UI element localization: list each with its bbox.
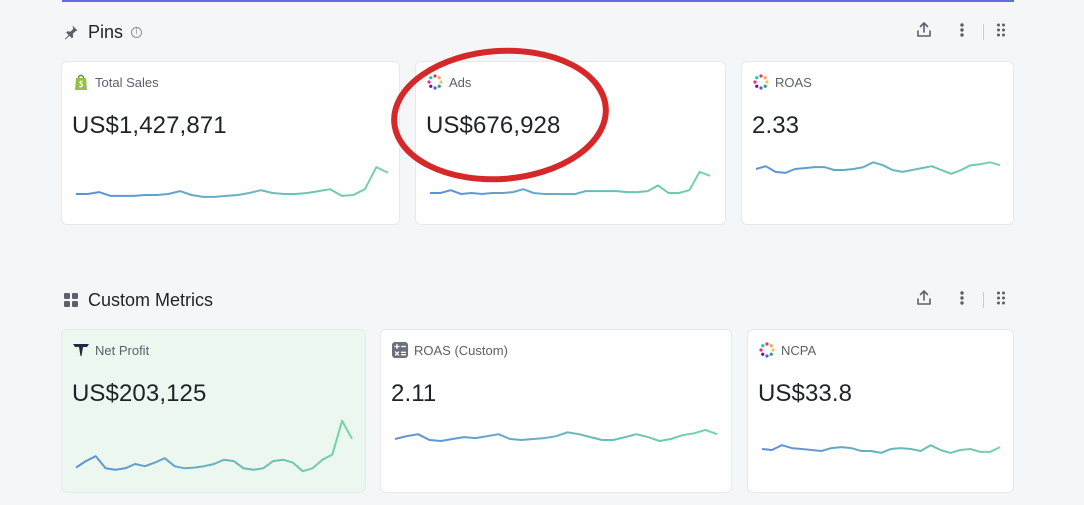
more-vertical-icon xyxy=(959,290,965,311)
more-options-button[interactable] xyxy=(949,19,975,45)
sparkline-path xyxy=(761,444,1001,454)
more-options-button[interactable] xyxy=(949,287,975,313)
sparkline-path xyxy=(76,166,389,198)
drag-handle-icon xyxy=(996,290,1006,311)
sparkline xyxy=(430,170,711,195)
upload-icon xyxy=(915,21,933,44)
sparkline xyxy=(75,419,353,473)
metric-card-roas[interactable]: ROAS 2.33 xyxy=(741,61,1014,225)
pins-title: Pins xyxy=(88,21,124,42)
divider xyxy=(983,292,984,308)
drag-handle-icon xyxy=(996,22,1006,43)
sparkline-path xyxy=(394,428,718,442)
more-vertical-icon xyxy=(959,22,965,43)
metric-card-ads[interactable]: Ads US$676,928 xyxy=(415,61,726,225)
pin-icon xyxy=(62,23,80,41)
sparkline xyxy=(755,161,1001,175)
pins-section-header: Pins i xyxy=(62,18,1014,46)
sparkline xyxy=(76,166,389,198)
export-button[interactable] xyxy=(911,287,937,313)
grid-icon xyxy=(62,291,80,309)
drag-handle[interactable] xyxy=(988,19,1014,45)
sparkline-path xyxy=(75,419,353,473)
sparkline xyxy=(394,428,718,442)
metric-card-total-sales[interactable]: Total Sales US$1,427,871 xyxy=(61,61,400,225)
metric-card-roas-custom[interactable]: ROAS (Custom) 2.11 xyxy=(380,329,732,493)
divider xyxy=(983,24,984,40)
metric-card-ncpa[interactable]: NCPA US$33.8 xyxy=(747,329,1014,493)
sparkline-path xyxy=(430,170,711,195)
info-icon[interactable]: i xyxy=(131,26,143,38)
upload-icon xyxy=(915,289,933,312)
sparkline xyxy=(761,444,1001,454)
top-accent-bar xyxy=(62,0,1014,2)
sparkline-path xyxy=(755,161,1001,175)
metric-card-net-profit[interactable]: Net Profit US$203,125 xyxy=(61,329,366,493)
custom-metrics-section-header: Custom Metrics xyxy=(62,286,1014,314)
custom-metrics-title: Custom Metrics xyxy=(88,289,214,310)
export-button[interactable] xyxy=(911,19,937,45)
drag-handle[interactable] xyxy=(988,287,1014,313)
